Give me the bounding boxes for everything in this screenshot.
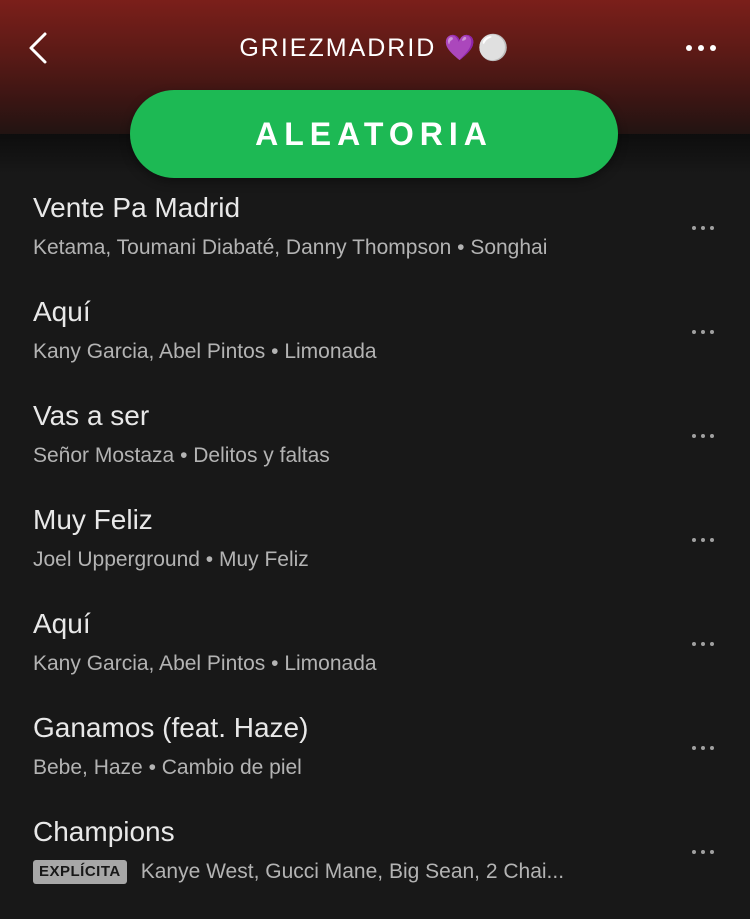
track-row[interactable]: Champions EXPLÍCITA Kanye West, Gucci Ma… xyxy=(0,808,750,912)
track-title: Vas a ser xyxy=(33,400,150,431)
track-more-button[interactable] xyxy=(692,846,714,858)
more-dot xyxy=(710,226,714,230)
more-dot xyxy=(701,226,705,230)
more-dot xyxy=(701,538,705,542)
more-horizontal-icon xyxy=(692,434,696,438)
track-more-button[interactable] xyxy=(692,638,714,650)
track-artists-album: Kany Garcia, Abel Pintos • Limonada xyxy=(33,652,377,675)
more-dot xyxy=(701,642,705,646)
more-horizontal-icon xyxy=(692,850,696,854)
track-row[interactable]: Aquí Kany Garcia, Abel Pintos • Limonada xyxy=(0,288,750,392)
track-more-button[interactable] xyxy=(692,534,714,546)
more-dot xyxy=(710,45,716,51)
track-title: Champions xyxy=(33,816,175,847)
track-subtitle: EXPLÍCITA Kanye West, Gucci Mane, Big Se… xyxy=(33,858,663,886)
track-row[interactable]: Muy Feliz Joel Upperground • Muy Feliz xyxy=(0,496,750,600)
more-horizontal-icon xyxy=(692,642,696,646)
playlist-title: GRIEZMADRID 💜⚪ xyxy=(150,30,600,66)
track-row[interactable]: Vas a ser Señor Mostaza • Delitos y falt… xyxy=(0,392,750,496)
back-button[interactable] xyxy=(18,28,58,68)
more-dot xyxy=(710,330,714,334)
track-subtitle: Señor Mostaza • Delitos y faltas xyxy=(33,442,663,470)
track-more-button[interactable] xyxy=(692,326,714,338)
track-artists-album: Kanye West, Gucci Mane, Big Sean, 2 Chai… xyxy=(140,860,565,883)
track-subtitle: Ketama, Toumani Diabaté, Danny Thompson … xyxy=(33,234,663,262)
more-options-button[interactable] xyxy=(686,30,716,66)
more-dot xyxy=(701,850,705,854)
track-subtitle: Kany Garcia, Abel Pintos • Limonada xyxy=(33,338,663,366)
track-row[interactable]: Ganamos (feat. Haze) Bebe, Haze • Cambio… xyxy=(0,704,750,808)
shuffle-play-button[interactable]: ALEATORIA xyxy=(130,90,618,178)
more-dot xyxy=(710,434,714,438)
more-dot xyxy=(698,45,704,51)
track-title: Aquí xyxy=(33,296,91,327)
track-more-button[interactable] xyxy=(692,222,714,234)
track-subtitle: Bebe, Haze • Cambio de piel xyxy=(33,754,663,782)
more-horizontal-icon xyxy=(692,538,696,542)
more-horizontal-icon xyxy=(686,45,692,51)
track-subtitle: Kany Garcia, Abel Pintos • Limonada xyxy=(33,650,663,678)
more-horizontal-icon xyxy=(692,226,696,230)
track-artists-album: Ketama, Toumani Diabaté, Danny Thompson … xyxy=(33,236,548,259)
chevron-left-icon xyxy=(29,32,47,64)
track-subtitle: Joel Upperground • Muy Feliz xyxy=(33,546,663,574)
track-title: Aquí xyxy=(33,608,91,639)
track-more-button[interactable] xyxy=(692,430,714,442)
more-dot xyxy=(710,538,714,542)
more-horizontal-icon xyxy=(692,746,696,750)
track-row[interactable]: Aquí Kany Garcia, Abel Pintos • Limonada xyxy=(0,600,750,704)
more-dot xyxy=(710,746,714,750)
more-dot xyxy=(701,434,705,438)
more-dot xyxy=(710,642,714,646)
track-more-button[interactable] xyxy=(692,742,714,754)
track-title: Vente Pa Madrid xyxy=(33,192,241,223)
track-artists-album: Kany Garcia, Abel Pintos • Limonada xyxy=(33,340,377,363)
more-dot xyxy=(710,850,714,854)
track-list: Vente Pa Madrid Ketama, Toumani Diabaté,… xyxy=(0,184,750,912)
explicit-badge: EXPLÍCITA xyxy=(33,860,127,884)
track-artists-album: Señor Mostaza • Delitos y faltas xyxy=(33,444,330,467)
more-horizontal-icon xyxy=(692,330,696,334)
track-title: Muy Feliz xyxy=(33,504,153,535)
track-artists-album: Joel Upperground • Muy Feliz xyxy=(33,548,309,571)
title-emoji: 💜⚪ xyxy=(444,34,511,62)
more-dot xyxy=(701,330,705,334)
track-title: Ganamos (feat. Haze) xyxy=(33,712,309,743)
more-dot xyxy=(701,746,705,750)
track-artists-album: Bebe, Haze • Cambio de piel xyxy=(33,756,302,779)
track-row[interactable]: Vente Pa Madrid Ketama, Toumani Diabaté,… xyxy=(0,184,750,288)
playlist-title-text: GRIEZMADRID xyxy=(239,34,437,62)
